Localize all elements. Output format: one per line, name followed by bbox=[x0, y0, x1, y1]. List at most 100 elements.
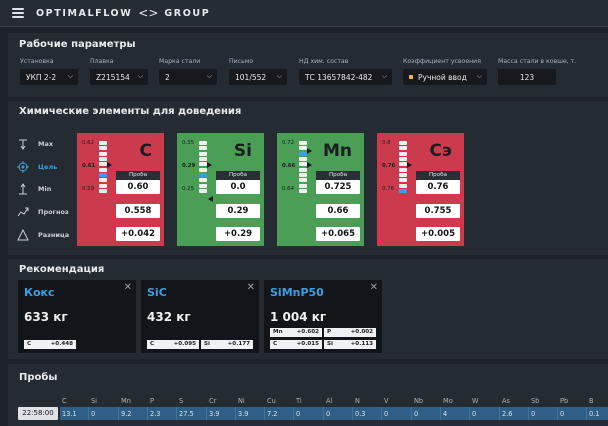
legend-target: Цель bbox=[17, 161, 57, 173]
element-card-ce[interactable]: Сэ 0.8 0.76 0.76 Проба 0.76 0.755 +0.005 bbox=[377, 133, 464, 246]
column-header: Si bbox=[91, 397, 98, 405]
param-installation[interactable]: Установка УКП 2-2 ⌵ bbox=[20, 58, 78, 85]
letter-select[interactable]: 101/552 ⌵ bbox=[229, 69, 287, 85]
brand-left: OPTIMALFLOW bbox=[36, 7, 133, 19]
cell-divider bbox=[176, 407, 177, 420]
rec-name: Кокс bbox=[24, 286, 55, 299]
column-header: N bbox=[355, 397, 360, 405]
column-header: C bbox=[62, 397, 67, 405]
recommendation-panel: Рекомендация Кокс ✕ 633 кг C +0.448 SiC ✕… bbox=[8, 259, 608, 359]
pointer-icon bbox=[107, 162, 112, 168]
scale-max: 0.8 bbox=[382, 140, 391, 146]
param-value: ТС 13657842-482 bbox=[305, 72, 373, 82]
column-header: Ti bbox=[296, 397, 302, 405]
rec-card-sic[interactable]: SiC ✕ 432 кг C +0.095 Si +0.177 bbox=[141, 280, 259, 353]
rec-card-simnp50[interactable]: SiMnP50 ✕ 1 004 кг Mn +0.602 P +0.002 C +0.… bbox=[264, 280, 382, 353]
range-ladder bbox=[299, 141, 307, 193]
range-ladder bbox=[199, 141, 207, 193]
element-card-si[interactable]: Si 0.35 0.29 0.25 Проба 0.0 0.29 +0.29 bbox=[177, 133, 264, 246]
sample-cell: 0.1 bbox=[589, 410, 600, 418]
effect-chip: Si +0.113 bbox=[324, 340, 376, 349]
param-value: 2 bbox=[165, 72, 170, 82]
sample-cell: 0 bbox=[326, 410, 331, 418]
scale-max: 0.72 bbox=[282, 140, 295, 146]
brand-code-icon: <> bbox=[138, 6, 159, 20]
effect-chip: C +0.095 bbox=[147, 340, 199, 349]
sample-cell: 4 bbox=[443, 410, 448, 418]
sample-cell: 0 bbox=[414, 410, 419, 418]
pointer-icon bbox=[208, 196, 213, 202]
sample-cell: 0 bbox=[531, 410, 536, 418]
chevron-down-icon: ⌵ bbox=[476, 72, 482, 80]
sample-row[interactable] bbox=[60, 407, 608, 420]
column-header: Al bbox=[326, 397, 333, 405]
scale-target: 0.29 bbox=[182, 163, 196, 169]
pointer-icon bbox=[307, 148, 312, 154]
cell-divider bbox=[88, 407, 89, 420]
column-header: Ni bbox=[238, 397, 245, 405]
chem-title: Химические элементы для доведения bbox=[19, 106, 242, 117]
sample-cell: 0 bbox=[560, 410, 565, 418]
absorption-coef-select[interactable]: Ручной ввод ⌵ bbox=[403, 69, 487, 85]
params-panel: Рабочие параметры Установка УКП 2-2 ⌵ Пла… bbox=[8, 33, 608, 97]
close-icon[interactable]: ✕ bbox=[124, 282, 132, 293]
menu-icon[interactable] bbox=[12, 8, 24, 18]
column-header: V bbox=[384, 397, 389, 405]
param-absorption-coef[interactable]: Коэффициент усвоения Ручной ввод ⌵ bbox=[403, 58, 487, 85]
close-icon[interactable]: ✕ bbox=[247, 282, 255, 293]
brand-logo: OPTIMALFLOW <> GROUP bbox=[36, 6, 210, 20]
param-steel-grade[interactable]: Марка стали 2 ⌵ bbox=[159, 58, 217, 85]
effect-chip: C +0.015 bbox=[270, 340, 322, 349]
param-label: Плавка bbox=[90, 58, 114, 65]
status-dot-icon bbox=[409, 75, 413, 79]
installation-select[interactable]: УКП 2-2 ⌵ bbox=[20, 69, 78, 85]
param-value: 101/552 bbox=[235, 72, 267, 82]
close-icon[interactable]: ✕ bbox=[370, 282, 378, 293]
column-header: S bbox=[179, 397, 184, 405]
scale-target: 0.66 bbox=[282, 163, 296, 169]
brand-right: GROUP bbox=[164, 7, 211, 19]
param-label: Масса стали в ковше, т. bbox=[498, 58, 577, 65]
sample-time[interactable]: 22:58:00 bbox=[18, 407, 58, 420]
max-icon bbox=[17, 138, 29, 150]
diff-value: +0.065 bbox=[316, 227, 360, 241]
pointer-icon bbox=[407, 162, 412, 168]
nd-composition-select[interactable]: ТС 13657842-482 ⌵ bbox=[299, 69, 392, 85]
heat-select[interactable]: Z215154 ⌵ bbox=[90, 69, 148, 85]
sample-cell: 0 bbox=[472, 410, 477, 418]
param-value: УКП 2-2 bbox=[26, 72, 57, 82]
params-title: Рабочие параметры bbox=[19, 39, 136, 50]
legend-label: Цель bbox=[38, 163, 58, 171]
sample-cell: 7.2 bbox=[267, 410, 278, 418]
rec-card-coke[interactable]: Кокс ✕ 633 кг C +0.448 bbox=[18, 280, 136, 353]
column-header: B bbox=[589, 397, 594, 405]
column-header: W bbox=[472, 397, 479, 405]
param-heat[interactable]: Плавка Z215154 ⌵ bbox=[90, 58, 148, 85]
cell-divider bbox=[528, 407, 529, 420]
proba-label: Проба bbox=[216, 171, 260, 180]
param-letter[interactable]: Письмо 101/552 ⌵ bbox=[229, 58, 287, 85]
proba-label: Проба bbox=[116, 171, 160, 180]
cell-divider bbox=[440, 407, 441, 420]
proba-label: Проба bbox=[416, 171, 460, 180]
scale-max: 0.35 bbox=[182, 140, 195, 146]
legend-label: Max bbox=[38, 140, 54, 148]
steel-mass-input[interactable]: 123 bbox=[498, 69, 556, 85]
element-symbol: C bbox=[139, 141, 152, 161]
cell-divider bbox=[206, 407, 207, 420]
target-icon bbox=[17, 161, 29, 173]
chevron-down-icon: ⌵ bbox=[67, 72, 73, 80]
param-nd-composition[interactable]: НД хим. состав ТС 13657842-482 ⌵ bbox=[299, 58, 392, 85]
param-steel-mass[interactable]: Масса стали в ковше, т. 123 bbox=[498, 58, 577, 85]
element-card-mn[interactable]: Mn 0.72 0.66 0.64 Проба 0.725 0.66 +0.06… bbox=[277, 133, 364, 246]
rec-amount: 1 004 кг bbox=[270, 310, 327, 324]
cell-divider bbox=[557, 407, 558, 420]
chem-panel: Химические элементы для доведения Max Це… bbox=[8, 101, 608, 255]
cell-divider bbox=[264, 407, 265, 420]
scale-target: 0.76 bbox=[382, 163, 396, 169]
scale-min: 0.76 bbox=[382, 186, 395, 192]
element-card-c[interactable]: C 0.62 0.61 0.59 Проба 0.60 0.558 +0.042 bbox=[77, 133, 164, 246]
param-label: Коэффициент усвоения bbox=[403, 58, 481, 65]
steel-grade-select[interactable]: 2 ⌵ bbox=[159, 69, 217, 85]
legend-max: Max bbox=[17, 138, 53, 150]
